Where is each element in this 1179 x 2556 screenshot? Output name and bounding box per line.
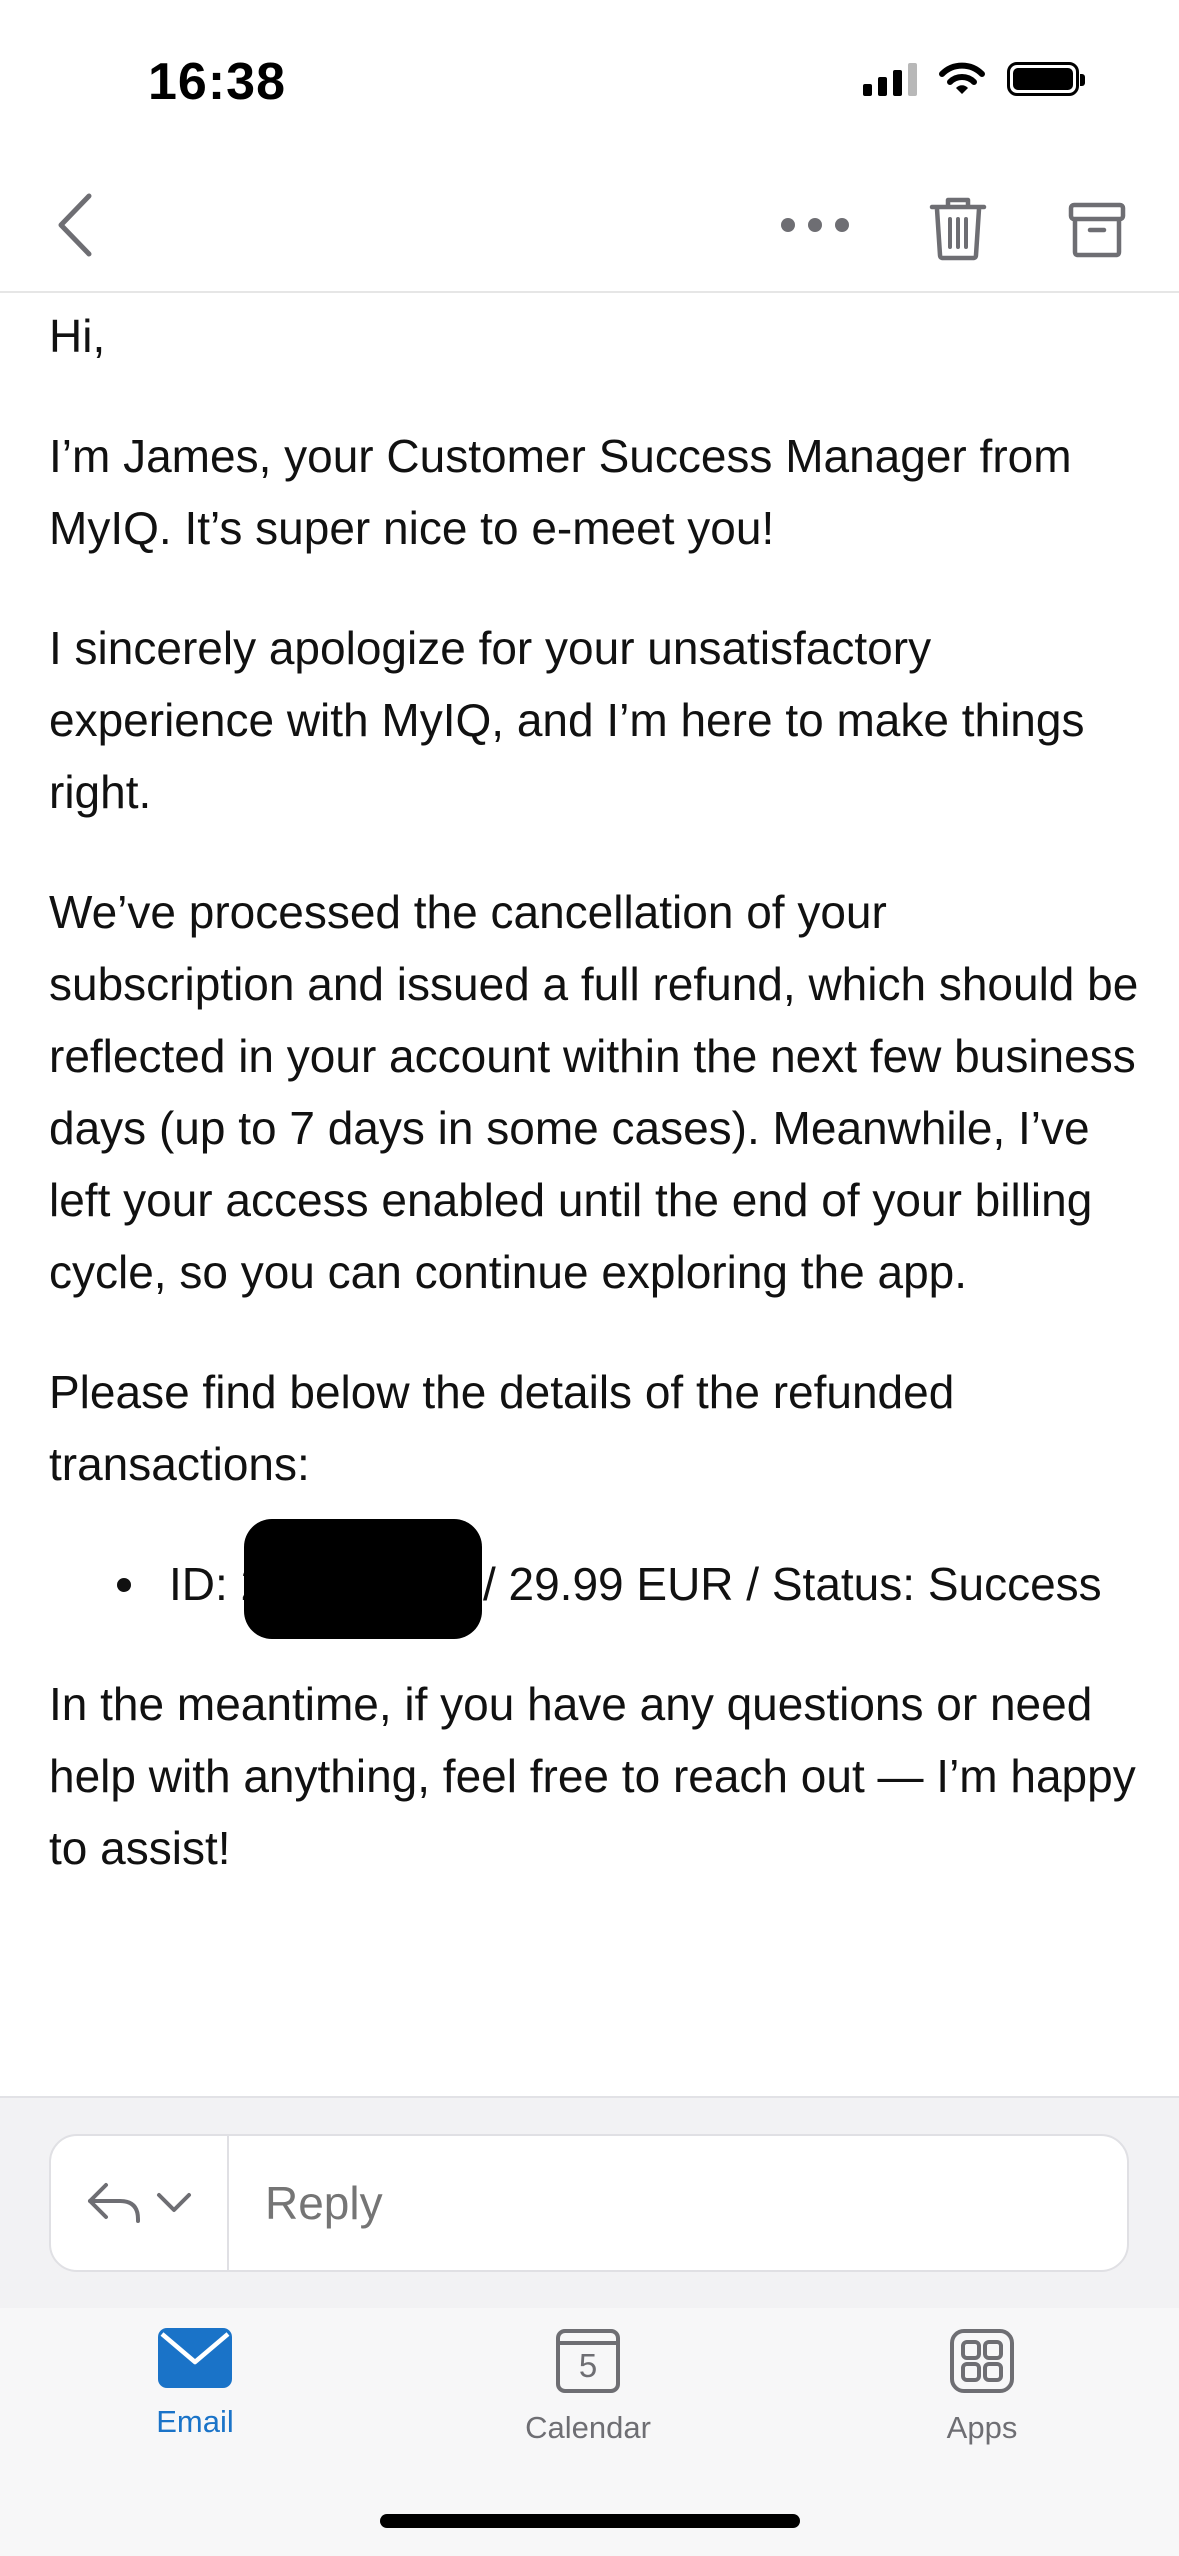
reply-input[interactable] [229, 2175, 1127, 2231]
transaction-item: ID: 2 / 29.99 EUR / Status: Success [49, 1518, 1139, 1639]
more-options-button[interactable] [770, 200, 860, 250]
tab-email-label: Email [156, 2404, 234, 2439]
email-paragraph-apology: I sincerely apologize for your unsatisfa… [49, 622, 1085, 818]
status-time: 16:38 [148, 53, 286, 111]
tab-calendar[interactable]: 5 Calendar [468, 2328, 708, 2446]
email-paragraph-refund: We’ve processed the cancellation of your… [49, 886, 1139, 1298]
archive-icon [1068, 202, 1126, 258]
tab-email[interactable]: Email [75, 2328, 315, 2440]
transaction-list: ID: 2 / 29.99 EUR / Status: Success [49, 1518, 1139, 1639]
apps-grid-icon [950, 2329, 1014, 2393]
archive-button[interactable] [1052, 190, 1142, 270]
reply-box [49, 2134, 1129, 2272]
email-toolbar [0, 160, 1179, 293]
wifi-icon [939, 62, 985, 94]
email-greeting: Hi, [49, 310, 106, 362]
redaction-mark [244, 1518, 483, 1639]
email-paragraph-details: Please find below the details of the ref… [49, 1366, 955, 1490]
tab-apps[interactable]: Apps [862, 2328, 1102, 2446]
calendar-day: 5 [578, 2347, 598, 2384]
back-button[interactable] [40, 190, 110, 260]
tab-calendar-label: Calendar [525, 2410, 651, 2445]
delete-button[interactable] [918, 188, 998, 268]
home-indicator[interactable] [380, 2514, 800, 2528]
calendar-icon: 5 [555, 2328, 621, 2394]
reply-arrow-icon [88, 2183, 140, 2223]
battery-icon [1007, 62, 1085, 96]
cellular-signal-icon [863, 62, 917, 96]
chevron-left-icon [58, 193, 92, 257]
reply-options-button[interactable] [51, 2136, 229, 2270]
chevron-down-icon [157, 2193, 191, 2212]
transaction-details: / 29.99 EUR / Status: Success [482, 1558, 1102, 1610]
email-paragraph-intro: I’m James, your Customer Success Manager… [49, 430, 1072, 554]
email-body: Hi, I’m James, your Customer Success Man… [49, 300, 1139, 1932]
mail-icon [158, 2328, 232, 2388]
status-icons [863, 62, 1085, 96]
tab-apps-label: Apps [946, 2410, 1018, 2445]
email-paragraph-closing: In the meantime, if you have any questio… [49, 1678, 1136, 1874]
reply-bar [0, 2096, 1179, 2308]
ellipsis-icon [781, 218, 849, 232]
status-bar: 16:38 [0, 0, 1179, 160]
trash-icon [929, 197, 987, 261]
